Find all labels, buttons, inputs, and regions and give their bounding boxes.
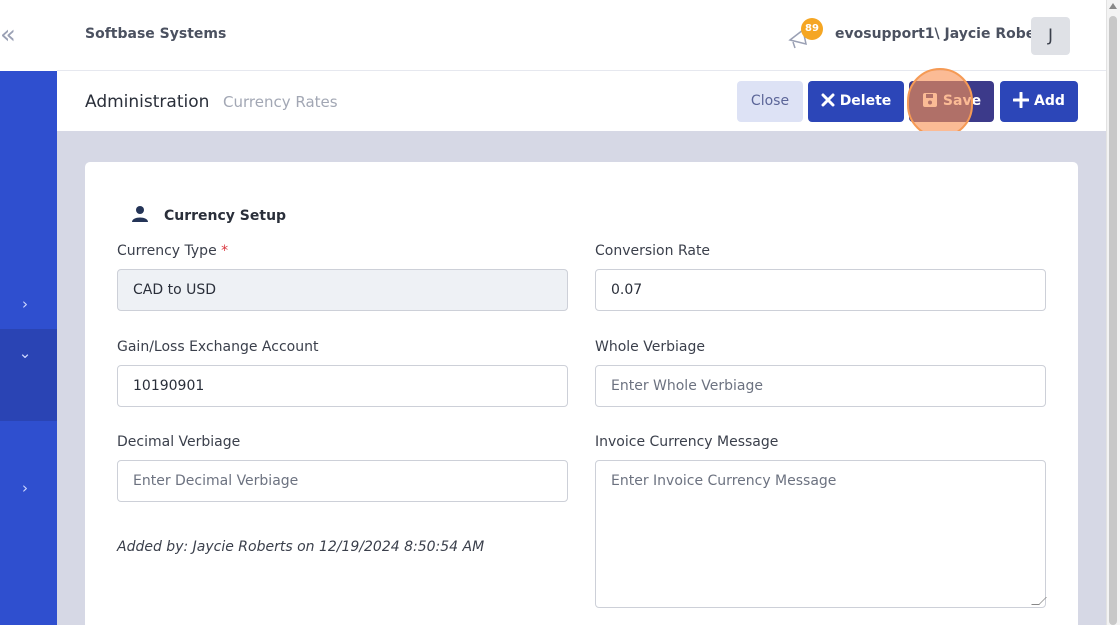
added-by-text: Added by: Jaycie Roberts on 12/19/2024 8… xyxy=(117,539,485,555)
resize-handle[interactable] xyxy=(1031,597,1047,605)
close-button[interactable]: Close xyxy=(737,81,803,122)
breadcrumb[interactable]: Currency Rates xyxy=(223,93,338,111)
sidebar-item-active[interactable]: ⌄ xyxy=(0,329,57,421)
avatar[interactable]: J xyxy=(1031,17,1070,55)
sidebar-top: « xyxy=(0,0,57,71)
x-icon xyxy=(821,93,835,106)
plus-icon xyxy=(1013,91,1030,108)
gain-loss-account-label: Gain/Loss Exchange Account xyxy=(117,339,319,355)
currency-type-label: Currency Type * xyxy=(117,243,228,259)
currency-setup-card: Currency Setup Currency Type * CAD to US… xyxy=(85,162,1078,625)
double-chevron-left-icon[interactable]: « xyxy=(0,22,22,50)
add-button-label: Add xyxy=(1034,93,1065,109)
notification-badge: 89 xyxy=(801,18,823,40)
scrollbar[interactable] xyxy=(1106,0,1120,625)
top-header: Softbase Systems 89 evosupport1\ Jaycie … xyxy=(57,0,1106,71)
chevron-down-icon[interactable]: ⌄ xyxy=(15,343,35,363)
currency-type-field[interactable]: CAD to USD xyxy=(117,269,568,311)
invoice-currency-message-placeholder: Enter Invoice Currency Message xyxy=(611,473,837,489)
gain-loss-account-input[interactable]: 10190901 xyxy=(117,365,568,407)
sidebar: « › ⌄ › xyxy=(0,0,57,625)
company-name: Softbase Systems xyxy=(85,26,227,42)
decimal-verbiage-label: Decimal Verbiage xyxy=(117,434,241,450)
delete-button-label: Delete xyxy=(839,93,892,109)
main-content: Currency Setup Currency Type * CAD to US… xyxy=(57,131,1106,625)
conversion-rate-input[interactable]: 0.07 xyxy=(595,269,1046,311)
conversion-rate-label: Conversion Rate xyxy=(595,243,711,259)
scroll-thumb[interactable] xyxy=(1109,16,1117,625)
whole-verbiage-label: Whole Verbiage xyxy=(595,339,705,355)
click-indicator xyxy=(907,68,973,138)
chevron-right-icon[interactable]: › xyxy=(15,294,35,314)
user-name[interactable]: evosupport1\ Jaycie Roberts xyxy=(835,26,1057,42)
invoice-currency-message-label: Invoice Currency Message xyxy=(595,434,779,450)
add-button[interactable]: Add xyxy=(1000,81,1078,122)
close-button-label: Close xyxy=(750,93,790,109)
delete-button[interactable]: Delete xyxy=(808,81,904,122)
user-icon xyxy=(131,205,149,223)
decimal-verbiage-input[interactable]: Enter Decimal Verbiage xyxy=(117,460,568,502)
page-title: Administration xyxy=(85,92,210,112)
required-mark: * xyxy=(221,243,229,259)
whole-verbiage-input[interactable]: Enter Whole Verbiage xyxy=(595,365,1046,407)
chevron-right-icon[interactable]: › xyxy=(15,478,35,498)
invoice-currency-message-textarea[interactable]: Enter Invoice Currency Message xyxy=(595,460,1047,608)
scroll-up-arrow[interactable] xyxy=(1109,3,1117,9)
currency-type-label-text: Currency Type xyxy=(117,243,217,259)
section-title: Currency Setup xyxy=(164,208,287,224)
page-header: Administration Currency Rates Close Dele… xyxy=(57,68,1106,138)
